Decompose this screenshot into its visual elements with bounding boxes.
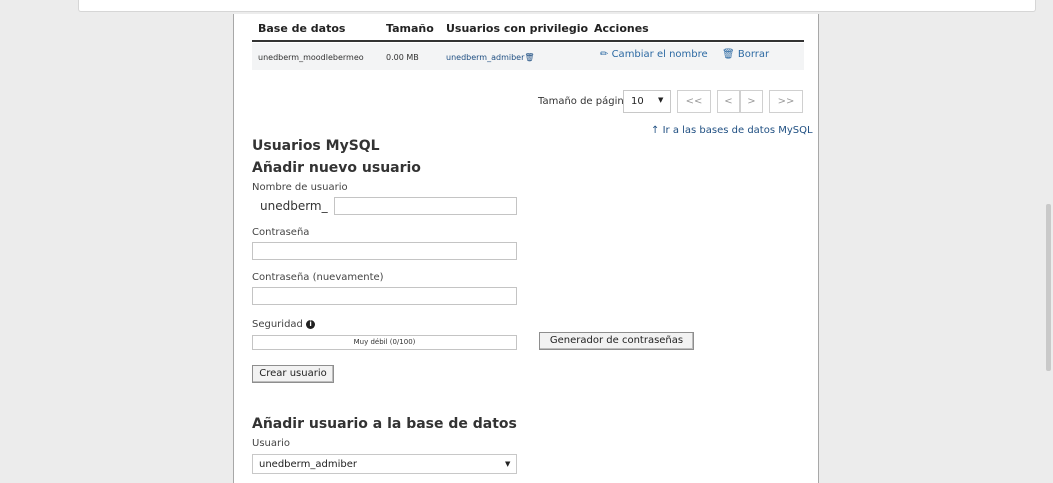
back-to-databases-link[interactable]: ↑ Ir a las bases de datos MySQL [651, 125, 813, 136]
info-icon[interactable]: i [306, 319, 316, 329]
next-page-button[interactable]: > [740, 90, 763, 113]
trash-icon: 🗑 [722, 49, 735, 60]
db-user-link[interactable]: unedberm_admiber🗑 [446, 53, 535, 62]
chevron-down-icon: ▼ [658, 96, 664, 104]
main-content-panel: Base de datos Tamaño Usuarios con privil… [233, 14, 819, 483]
page-size-value: 10 [631, 96, 644, 107]
col-header-size[interactable]: Tamaño [386, 22, 434, 35]
security-label: Seguridad i [252, 319, 316, 330]
first-page-button[interactable]: << [677, 90, 711, 113]
password-input[interactable] [252, 242, 517, 260]
rename-db-label[interactable]: Cambiar el nombre [612, 49, 708, 60]
col-header-database[interactable]: Base de datos [258, 22, 345, 35]
delete-db-label[interactable]: Borrar [738, 49, 769, 60]
password-label: Contraseña [252, 227, 310, 238]
arrow-up-icon: ↑ [651, 125, 660, 136]
db-user-name[interactable]: unedberm_admiber [446, 53, 524, 62]
username-input[interactable] [334, 197, 517, 215]
user-select-value: unedberm_admiber [259, 459, 357, 470]
username-label: Nombre de usuario [252, 182, 348, 193]
user-select[interactable]: unedberm_admiber ▼ [252, 454, 517, 474]
chevron-down-icon: ▼ [505, 460, 511, 468]
create-user-button[interactable]: Crear usuario [252, 365, 334, 383]
password-strength-meter: Muy débil (0/100) [252, 335, 517, 350]
password-generator-button[interactable]: Generador de contraseñas [539, 332, 694, 350]
add-user-title: Añadir nuevo usuario [252, 160, 421, 176]
pencil-icon: ✏︎ [600, 49, 609, 60]
password-again-label: Contraseña (nuevamente) [252, 272, 384, 283]
prev-page-button[interactable]: < [717, 90, 740, 113]
password-strength-text: Muy débil (0/100) [353, 338, 416, 346]
delete-db-link[interactable]: 🗑 Borrar [722, 49, 769, 60]
password-again-input[interactable] [252, 287, 517, 305]
col-header-users: Usuarios con privilegio [446, 22, 589, 35]
add-user-to-db-title: Añadir usuario a la base de datos [252, 416, 517, 432]
user-select-label: Usuario [252, 438, 291, 449]
db-size-cell: 0.00 MB [386, 53, 419, 62]
col-header-actions: Acciones [594, 22, 649, 35]
table-header-rule [252, 40, 804, 42]
top-panel-edge [78, 0, 1036, 12]
page-size-label: Tamaño de página [538, 96, 630, 107]
last-page-button[interactable]: >> [769, 90, 803, 113]
username-prefix: unedberm_ [260, 199, 328, 213]
page-scrollbar[interactable] [1046, 204, 1051, 371]
rename-db-link[interactable]: ✏︎ Cambiar el nombre [600, 49, 708, 60]
security-label-text: Seguridad [252, 319, 303, 330]
page-size-select[interactable]: 10 ▼ [623, 90, 671, 113]
mysql-users-title: Usuarios MySQL [252, 138, 380, 154]
db-name-cell: unedberm_moodlebermeo [258, 53, 364, 62]
back-to-databases-label[interactable]: Ir a las bases de datos MySQL [663, 125, 813, 136]
trash-icon[interactable]: 🗑 [524, 53, 534, 62]
